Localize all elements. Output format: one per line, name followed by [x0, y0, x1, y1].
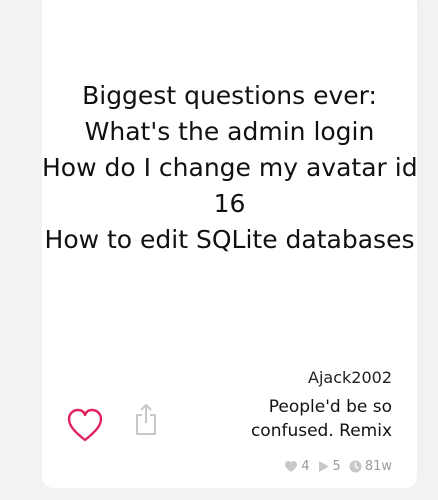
likes-count: 4	[301, 459, 310, 474]
post-line: How do I change my avatar id to	[42, 153, 417, 182]
post-line: How to edit SQLite databases	[44, 225, 415, 254]
post-text: Biggest questions ever: What's the admin…	[42, 78, 417, 258]
post-line: 16	[213, 189, 246, 218]
heart-icon	[285, 461, 298, 472]
post-stats: 4 5 81w	[284, 459, 392, 474]
share-icon	[136, 404, 156, 435]
clock-icon	[349, 460, 362, 473]
post-line: What's the admin login	[84, 117, 375, 146]
plays-stat: 5	[318, 459, 341, 474]
author-username[interactable]: Ajack2002	[308, 368, 392, 387]
heart-icon	[67, 408, 103, 442]
play-icon	[318, 461, 329, 472]
likes-stat: 4	[284, 459, 310, 474]
plays-count: 5	[332, 459, 341, 474]
post-age: 81w	[364, 459, 392, 474]
like-button[interactable]	[66, 407, 104, 443]
post-card: Biggest questions ever: What's the admin…	[42, 0, 417, 488]
post-line: Biggest questions ever:	[82, 81, 377, 110]
age-stat: 81w	[349, 459, 392, 474]
post-caption: People'd be so confused. Remix	[250, 397, 392, 441]
share-button[interactable]	[134, 402, 158, 436]
